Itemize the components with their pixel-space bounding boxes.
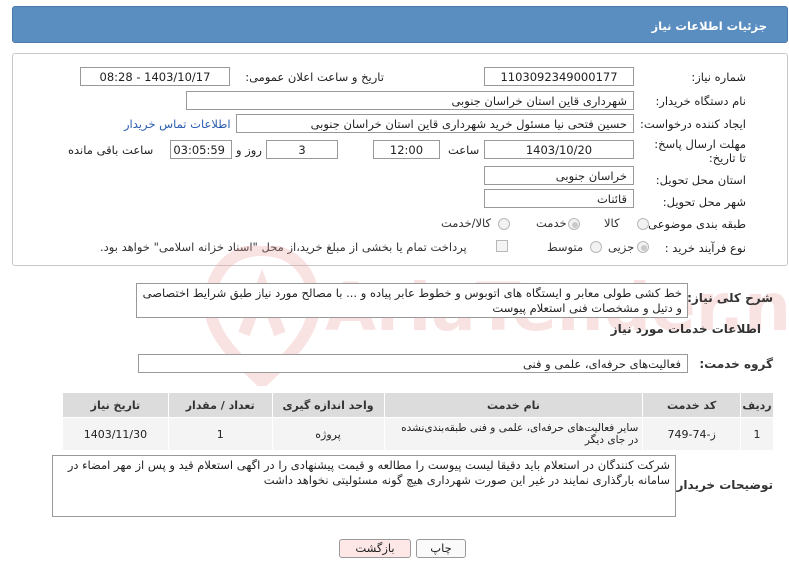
remaining-time-label: ساعت باقی مانده [68,143,154,157]
summary-label: شرح کلی نیاز: [687,291,773,305]
province-label: استان محل تحویل: [655,173,746,187]
buyer-org-field: شهرداری قاین استان خراسان جنوبی [186,91,634,110]
process-label: نوع فرآیند خرید : [664,241,746,255]
cell-unit: پروژه [271,417,385,451]
process-option-medium-label: متوسط [547,240,584,254]
cell-need-date: 1403/11/30 [62,417,169,451]
buyer-notes-textarea: شرکت کنندگان در استعلام باید دقیقا لیست … [52,455,676,517]
treasury-payment-checkbox[interactable] [496,240,508,252]
category-label: طبقه بندی موضوعی: [644,217,746,231]
summary-textarea: خط کشی طولی معابر و ایستگاه های اتوبوس و… [136,283,688,318]
page-title: جزئیات اطلاعات نیاز [651,19,767,33]
col-header-quantity: تعداد / مقدار [167,392,273,418]
buyer-contact-link[interactable]: اطلاعات تماس خریدار [124,117,231,131]
page-header: جزئیات اطلاعات نیاز [12,6,788,43]
col-header-name: نام خدمت [383,392,644,418]
category-option-service-radio[interactable] [568,218,580,230]
requester-label: ایجاد کننده درخواست: [640,117,746,131]
remaining-time-field: 03:05:59 [170,140,232,159]
col-header-date: تاریخ نیاز [62,392,169,418]
col-header-code: کد خدمت [642,392,741,418]
city-label: شهر محل تحویل: [662,195,746,209]
back-button[interactable]: بازگشت [339,539,411,558]
services-table: ردیف کد خدمت نام خدمت واحد اندازه گیری ت… [62,392,775,451]
deadline-time-field: 12:00 [373,140,440,159]
requester-field: حسین فتحی نیا مسئول خرید شهرداری قاین اس… [236,114,634,133]
deadline-label: مهلت ارسال پاسخ: تا تاریخ: [651,137,746,165]
need-number-label: شماره نیاز: [691,70,746,84]
province-field: خراسان جنوبی [484,166,634,185]
process-option-minor-label: جزیی [608,240,635,254]
category-option-goods-service-radio[interactable] [498,218,510,230]
deadline-time-label: ساعت [448,143,480,157]
col-header-row: ردیف [739,392,775,418]
remaining-days-field: 3 [266,140,338,159]
cell-service-name: سایر فعالیت‌های حرفه‌ای، علمی و فنی طبقه… [383,417,644,451]
deadline-date-field: 1403/10/20 [484,140,634,159]
cell-row-number: 1 [739,417,775,451]
buyer-notes-label: توضیحات خریدار: [671,478,773,492]
cell-service-code: ز-74-749 [642,417,741,451]
remaining-days-label: روز و [236,143,262,157]
category-option-goods-service-label: کالا/خدمت [441,216,492,230]
deadline-label-text: مهلت ارسال پاسخ: تا تاریخ: [654,137,746,165]
table-row: 1 ز-74-749 سایر فعالیت‌های حرفه‌ای، علمی… [62,417,775,451]
category-option-goods-radio[interactable] [637,218,649,230]
services-table-header: ردیف کد خدمت نام خدمت واحد اندازه گیری ت… [62,392,775,418]
service-group-label: گروه خدمت: [699,357,773,371]
col-header-unit: واحد اندازه گیری [271,392,385,418]
process-option-minor-radio[interactable] [637,241,649,253]
service-group-field: فعالیت‌های حرفه‌ای، علمی و فنی [138,354,688,373]
announce-datetime-label: تاریخ و ساعت اعلان عمومی: [245,70,384,84]
cell-quantity: 1 [167,417,273,451]
category-option-service-label: خدمت [536,216,567,230]
print-button[interactable]: چاپ [416,539,466,558]
buyer-org-label: نام دستگاه خریدار: [655,94,746,108]
process-option-medium-radio[interactable] [590,241,602,253]
city-field: قائنات [484,189,634,208]
announce-datetime-field: 1403/10/17 - 08:28 [80,67,230,86]
need-number-field: 1103092349000177 [484,67,634,86]
category-option-goods-label: کالا [604,216,620,230]
services-section-title: اطلاعات خدمات مورد نیاز [610,322,761,336]
